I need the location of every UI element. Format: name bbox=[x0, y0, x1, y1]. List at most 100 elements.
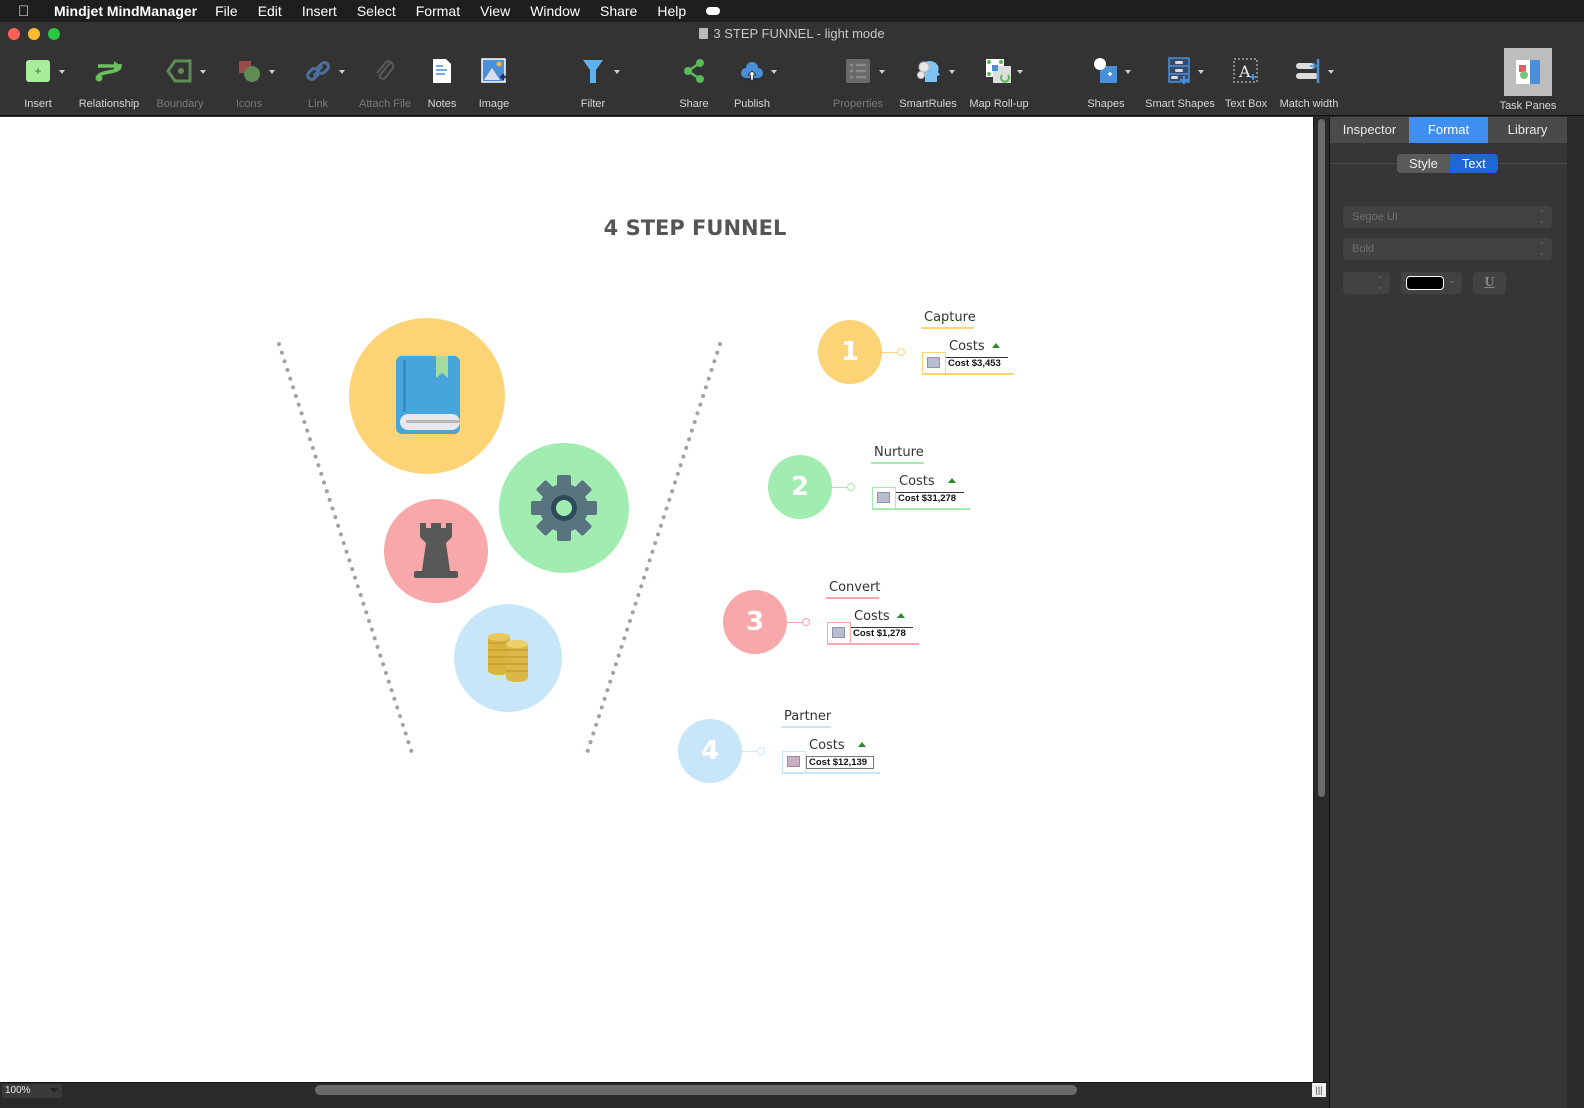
smart-shapes-button[interactable]: Smart Shapes bbox=[1142, 54, 1218, 110]
notes-button[interactable]: Notes bbox=[422, 54, 462, 110]
shapes-button[interactable]: Shapes bbox=[1084, 54, 1128, 110]
expand-arrow-4[interactable] bbox=[858, 742, 866, 747]
cost-value-4[interactable]: Cost $12,139 bbox=[806, 756, 874, 769]
match-width-dropdown[interactable] bbox=[1328, 70, 1334, 74]
cost-value-2[interactable]: Cost $31,278 bbox=[896, 492, 964, 505]
funnel-circle-nurture[interactable] bbox=[499, 443, 629, 573]
horizontal-scroll-thumb[interactable] bbox=[315, 1085, 1077, 1095]
zoom-select[interactable]: 100% bbox=[2, 1084, 62, 1098]
icons-button[interactable]: Icons bbox=[225, 54, 273, 110]
task-panes-icon bbox=[1516, 60, 1540, 84]
vertical-scrollbar[interactable] bbox=[1313, 117, 1328, 1082]
menu-view[interactable]: View bbox=[480, 3, 510, 19]
subtopic-label-1[interactable]: Capture bbox=[924, 310, 976, 327]
underline-button[interactable]: U bbox=[1473, 272, 1506, 294]
link-dropdown[interactable] bbox=[339, 70, 345, 74]
task-panes-button[interactable]: Task Panes bbox=[1498, 48, 1558, 112]
subtopic-label-4[interactable]: Partner bbox=[784, 709, 831, 726]
cost-value-3[interactable]: Cost $1,278 bbox=[851, 627, 913, 640]
properties-dropdown[interactable] bbox=[879, 70, 885, 74]
match-width-button[interactable]: Match width bbox=[1276, 54, 1342, 110]
expand-arrow-1[interactable] bbox=[992, 343, 1000, 348]
map-rollup-dropdown[interactable] bbox=[1017, 70, 1023, 74]
menu-format[interactable]: Format bbox=[416, 3, 460, 19]
relationship-icon bbox=[95, 61, 122, 82]
insert-dropdown[interactable] bbox=[59, 70, 65, 74]
icons-dropdown[interactable] bbox=[269, 70, 275, 74]
subtopic-underline-3 bbox=[826, 597, 879, 599]
tab-format[interactable]: Format bbox=[1409, 117, 1488, 143]
menu-file[interactable]: File bbox=[215, 3, 238, 19]
font-size-stepper[interactable]: ⌃ ⌄ bbox=[1343, 272, 1390, 294]
text-box-button[interactable]: A Text Box bbox=[1222, 54, 1270, 110]
app-menu[interactable]: Mindjet MindManager bbox=[54, 3, 197, 19]
subtopic-label-3[interactable]: Convert bbox=[829, 580, 880, 597]
properties-button[interactable]: Properties bbox=[828, 54, 888, 110]
menu-select[interactable]: Select bbox=[357, 3, 396, 19]
costs-label-2[interactable]: Costs bbox=[899, 474, 935, 489]
table-icon-2 bbox=[877, 492, 890, 503]
filter-dropdown[interactable] bbox=[614, 70, 620, 74]
font-style-select[interactable]: Bold ⌃ ⌄ bbox=[1343, 238, 1552, 260]
up-down-chevron-icon: ⌃ ⌄ bbox=[1538, 209, 1545, 225]
step-connector-4 bbox=[742, 751, 758, 752]
map-rollup-button[interactable]: Map Roll-up bbox=[964, 54, 1034, 110]
publish-button[interactable]: Publish bbox=[728, 54, 776, 110]
cost-value-1[interactable]: Cost $3,453 bbox=[946, 357, 1008, 370]
funnel-circle-convert[interactable] bbox=[384, 499, 488, 603]
split-handle-icon[interactable]: ||| bbox=[1312, 1083, 1326, 1097]
step-topic-2[interactable]: 2 bbox=[768, 455, 832, 519]
share-button[interactable]: Share bbox=[672, 54, 716, 110]
attach-file-button[interactable]: Attach File bbox=[355, 54, 415, 110]
shapes-dropdown[interactable] bbox=[1125, 70, 1131, 74]
step-topic-3[interactable]: 3 bbox=[723, 590, 787, 654]
insert-button[interactable]: + Insert bbox=[14, 54, 62, 110]
smartrules-dropdown[interactable] bbox=[949, 70, 955, 74]
menu-window[interactable]: Window bbox=[530, 3, 580, 19]
costs-label-1[interactable]: Costs bbox=[949, 339, 985, 354]
costs-label-3[interactable]: Costs bbox=[854, 609, 890, 624]
collapse-toggle-2[interactable] bbox=[847, 483, 855, 491]
tab-inspector[interactable]: Inspector bbox=[1330, 117, 1409, 143]
relationship-button[interactable]: Relationship bbox=[75, 54, 143, 110]
boundary-dropdown[interactable] bbox=[200, 70, 206, 74]
map-canvas[interactable]: 4 STEP FUNNEL 1 Capture Costs Cost $3,45… bbox=[0, 117, 1313, 1082]
collapse-toggle-1[interactable] bbox=[897, 348, 905, 356]
up-down-chevron-icon: ⌃ ⌄ bbox=[1376, 275, 1383, 291]
text-color-picker[interactable]: ⌄ bbox=[1401, 272, 1462, 294]
svg-text:A: A bbox=[1238, 62, 1251, 81]
smartrules-button[interactable]: SmartRules bbox=[896, 54, 960, 110]
subtab-text[interactable]: Text bbox=[1449, 154, 1498, 173]
cloud-status-icon[interactable] bbox=[706, 7, 721, 15]
funnel-circle-partner[interactable] bbox=[454, 604, 562, 712]
menu-insert[interactable]: Insert bbox=[302, 3, 337, 19]
menu-share[interactable]: Share bbox=[600, 3, 637, 19]
boundary-button[interactable]: Boundary bbox=[152, 54, 208, 110]
subtopic-label-2[interactable]: Nurture bbox=[874, 445, 924, 462]
tab-library[interactable]: Library bbox=[1488, 117, 1567, 143]
image-button[interactable]: Image bbox=[474, 54, 514, 110]
apple-menu-icon[interactable]:  bbox=[18, 3, 40, 20]
vertical-scroll-thumb[interactable] bbox=[1318, 119, 1325, 797]
expand-arrow-2[interactable] bbox=[948, 478, 956, 483]
subtab-style[interactable]: Style bbox=[1397, 154, 1450, 173]
cloud-upload-icon bbox=[741, 62, 763, 81]
insert-topic-icon: + bbox=[26, 60, 50, 82]
menu-bar:  Mindjet MindManager File Edit Insert S… bbox=[0, 0, 1584, 22]
toolbar: + Insert Relationship Boundary Icons Lin… bbox=[0, 46, 1584, 116]
menu-help[interactable]: Help bbox=[657, 3, 686, 19]
filter-button[interactable]: Filter bbox=[570, 54, 616, 110]
smart-shapes-dropdown[interactable] bbox=[1198, 70, 1204, 74]
costs-label-4[interactable]: Costs bbox=[809, 738, 845, 753]
boundary-icon bbox=[166, 59, 192, 83]
collapse-toggle-4[interactable] bbox=[757, 747, 765, 755]
link-button[interactable]: Link bbox=[294, 54, 342, 110]
menu-edit[interactable]: Edit bbox=[258, 3, 282, 19]
step-topic-4[interactable]: 4 bbox=[678, 719, 742, 783]
font-family-select[interactable]: Segoe UI ⌃ ⌄ bbox=[1343, 206, 1552, 228]
publish-dropdown[interactable] bbox=[771, 70, 777, 74]
expand-arrow-3[interactable] bbox=[897, 613, 905, 618]
collapse-toggle-3[interactable] bbox=[802, 618, 810, 626]
funnel-circle-capture[interactable] bbox=[349, 318, 505, 474]
step-topic-1[interactable]: 1 bbox=[818, 320, 882, 384]
